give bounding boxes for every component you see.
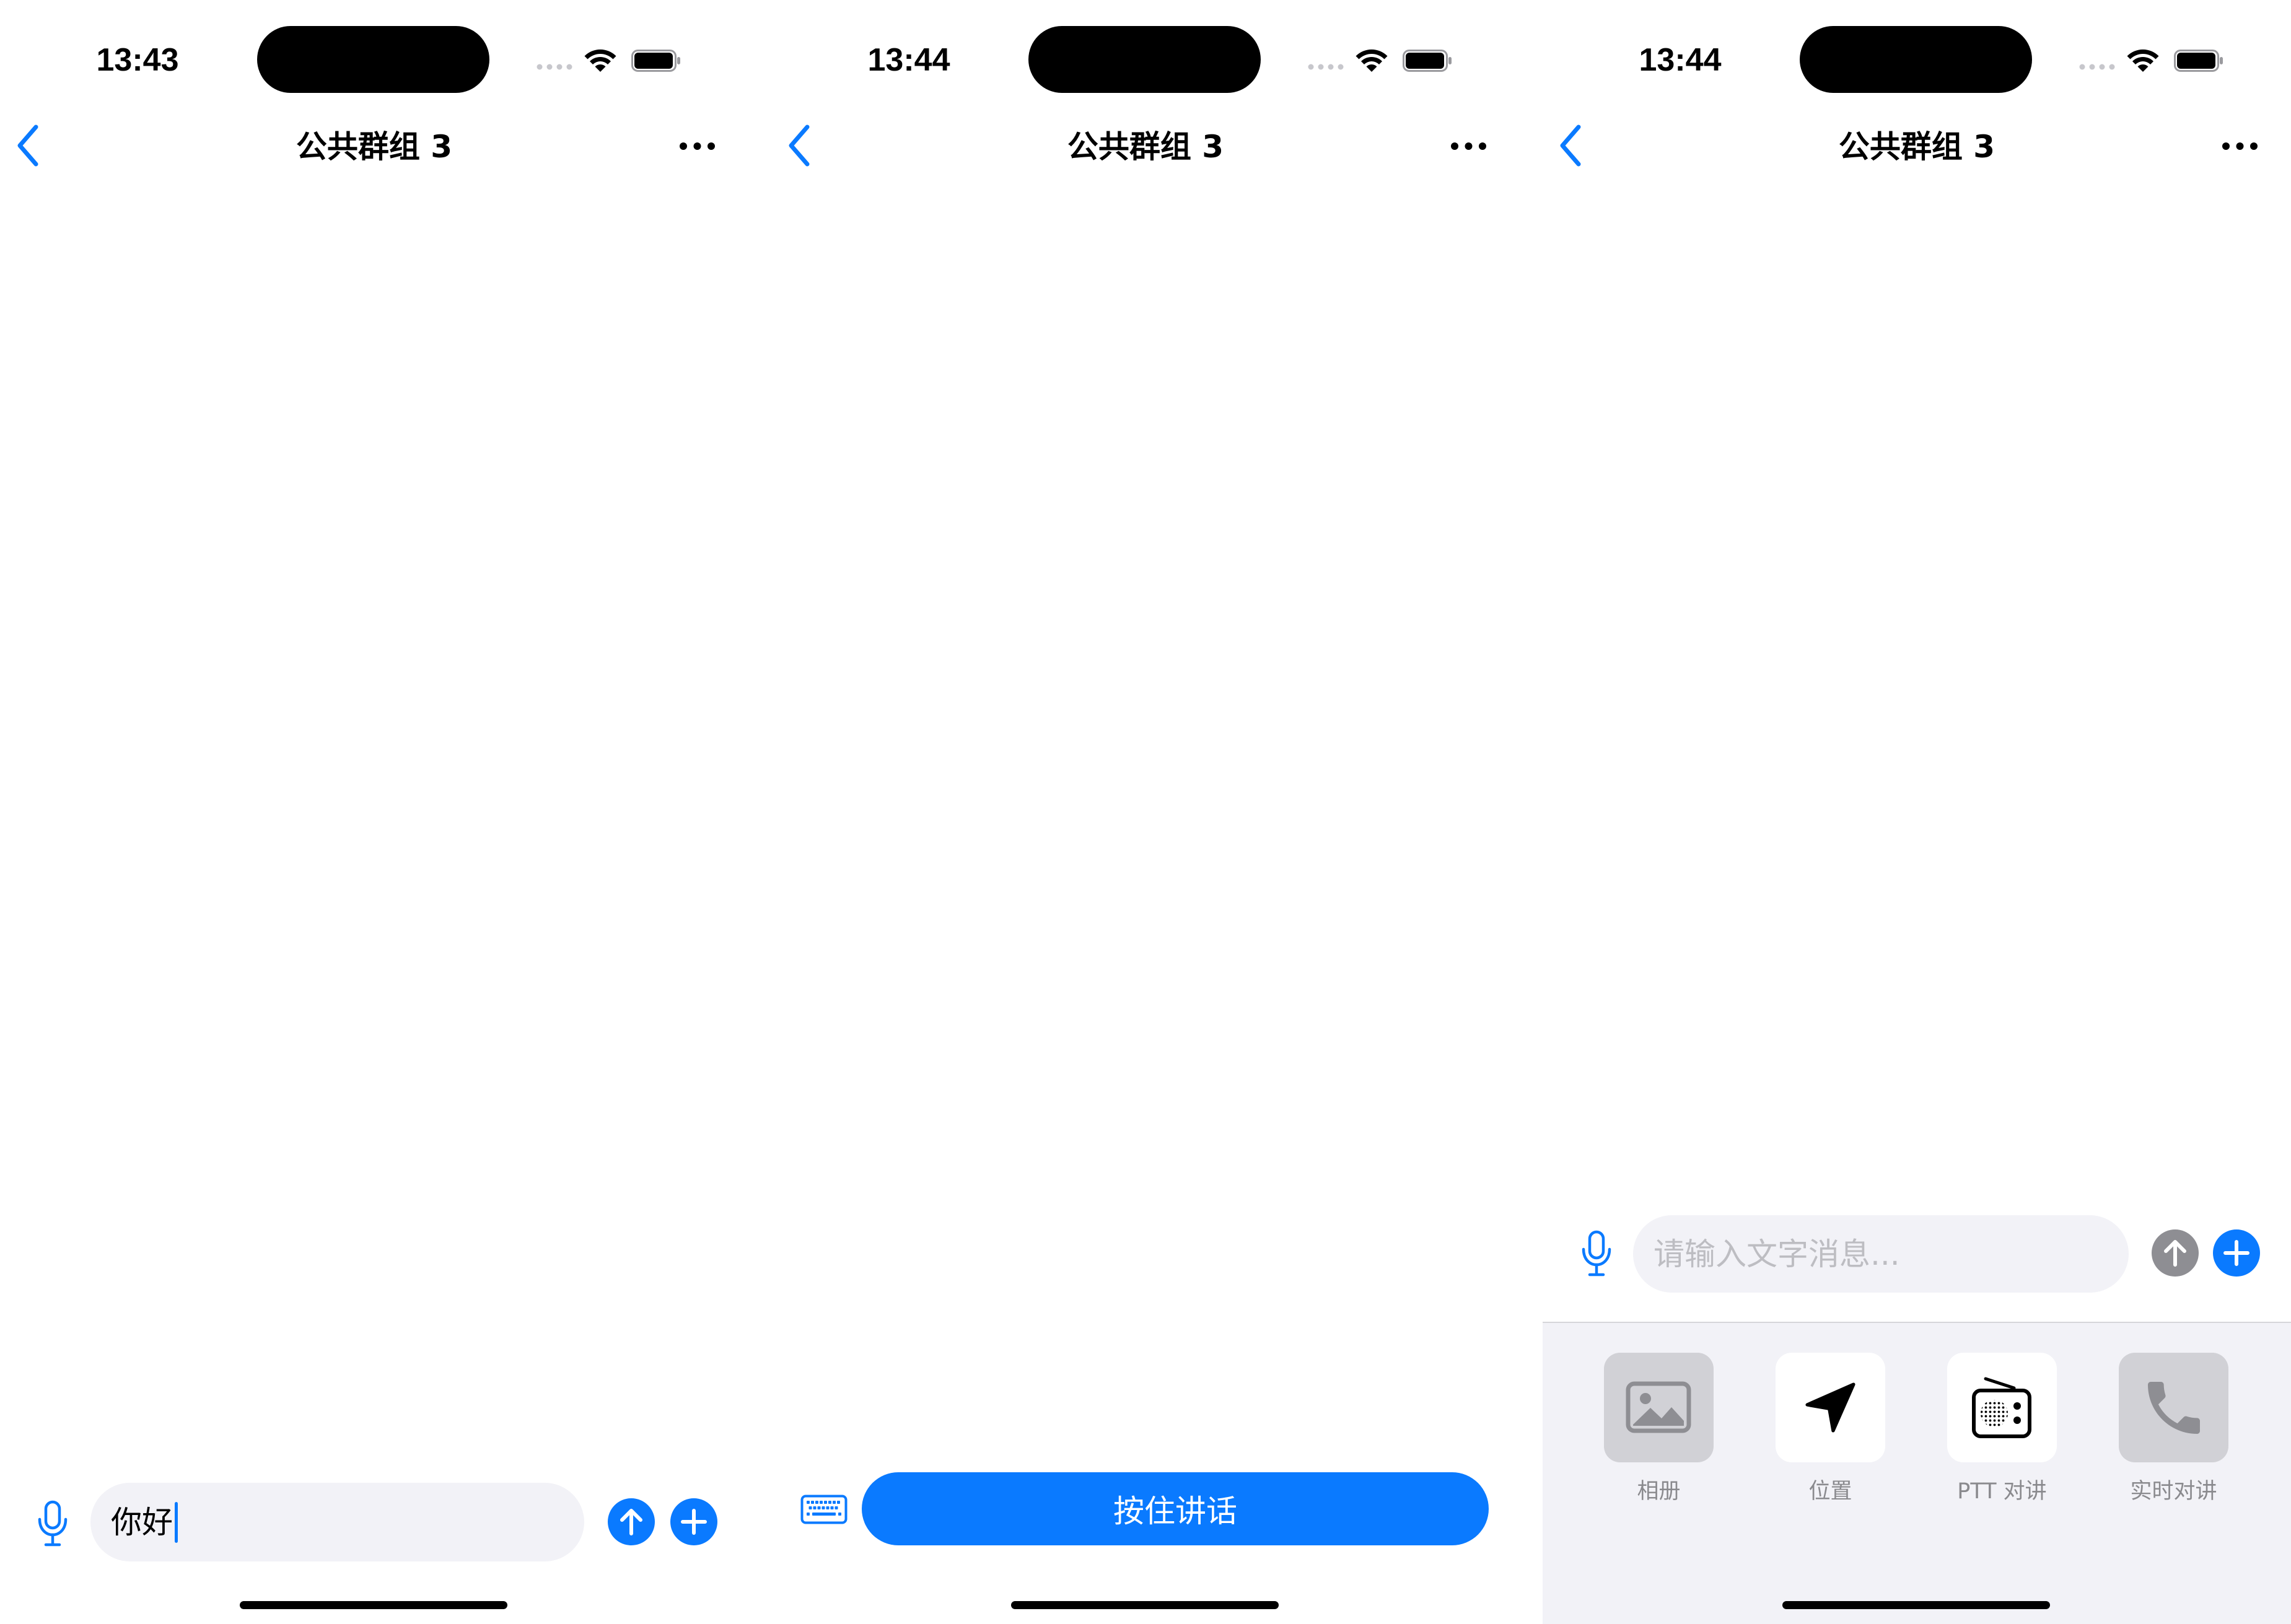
chevron-left-icon xyxy=(1560,124,1581,167)
plus-circle-icon xyxy=(670,1498,717,1545)
cellular-signal-icon xyxy=(2079,62,2116,71)
phone-icon xyxy=(2139,1373,2209,1443)
chat-screen: 13:43 公共群组 3 你好 xyxy=(0,0,748,1624)
keyboard-icon xyxy=(800,1495,848,1524)
hold-to-talk-button[interactable]: 按住讲话 xyxy=(862,1472,1489,1545)
chat-title: 公共群组 3 xyxy=(296,129,453,165)
album-tile[interactable] xyxy=(1604,1353,1714,1462)
ptt-tile[interactable] xyxy=(1947,1353,2057,1462)
wifi-icon xyxy=(1356,48,1388,73)
wifi-icon xyxy=(2127,48,2159,73)
hold-to-talk-label: 按住讲话 xyxy=(1113,1493,1237,1529)
extras-item-label: 实时对讲 xyxy=(2130,1479,2217,1504)
chevron-left-icon xyxy=(17,124,38,167)
ellipsis-icon xyxy=(680,142,715,150)
more-options-button[interactable] xyxy=(2218,134,2263,159)
chevron-left-icon xyxy=(789,124,810,167)
realtime-talk-tile[interactable] xyxy=(2119,1353,2228,1462)
extras-item-label: 位置 xyxy=(1808,1479,1852,1504)
arrow-up-circle-icon xyxy=(608,1498,655,1545)
status-time: 13:43 xyxy=(96,42,179,78)
add-attachment-button[interactable] xyxy=(670,1498,717,1545)
chat-screen: 13:44 公共群组 3 xyxy=(771,0,1520,1624)
chat-title: 公共群组 3 xyxy=(1838,129,1995,165)
dynamic-island xyxy=(1800,26,2032,93)
voice-input-button[interactable] xyxy=(37,1500,69,1547)
location-tile[interactable] xyxy=(1776,1353,1885,1462)
back-button[interactable] xyxy=(1555,121,1586,170)
message-list[interactable] xyxy=(0,180,748,1468)
extras-item-album[interactable]: 相册 xyxy=(1579,1353,1738,1508)
message-list[interactable] xyxy=(771,180,1520,1456)
chat-screen: 13:44 公共群组 3 xyxy=(1543,0,2291,1624)
battery-icon xyxy=(631,50,681,72)
home-indicator[interactable] xyxy=(1782,1601,2050,1609)
home-indicator[interactable] xyxy=(1011,1601,1279,1609)
chat-title: 公共群组 3 xyxy=(1067,129,1224,165)
more-options-button[interactable] xyxy=(675,134,720,159)
wifi-icon xyxy=(584,48,616,73)
send-button[interactable] xyxy=(2152,1229,2199,1277)
message-input[interactable] xyxy=(1633,1215,2129,1293)
extras-item-ptt[interactable]: PTT 对讲 xyxy=(1922,1353,2082,1508)
extras-panel: 相册 位置 PTT 对讲 实时对讲 xyxy=(1543,1322,2291,1624)
message-list[interactable] xyxy=(1543,180,2291,1202)
battery-icon xyxy=(1403,50,1452,72)
microphone-icon xyxy=(38,1500,68,1547)
photo-icon xyxy=(1626,1381,1691,1433)
dynamic-island xyxy=(1028,26,1261,93)
status-time: 13:44 xyxy=(867,42,950,78)
text-cursor xyxy=(175,1501,178,1543)
extras-item-location[interactable]: 位置 xyxy=(1751,1353,1910,1508)
message-input-text: 你好 xyxy=(111,1504,173,1540)
more-options-button[interactable] xyxy=(1447,134,1491,159)
extras-item-realtime-talk[interactable]: 实时对讲 xyxy=(2094,1353,2253,1508)
message-field[interactable] xyxy=(1633,1215,2129,1293)
battery-icon xyxy=(2174,50,2223,72)
arrow-up-circle-icon xyxy=(2152,1229,2199,1277)
message-field[interactable]: 你好 xyxy=(90,1483,584,1561)
status-time: 13:44 xyxy=(1639,42,1722,78)
plus-circle-icon xyxy=(2213,1229,2260,1277)
back-button[interactable] xyxy=(784,121,815,170)
keyboard-toggle-button[interactable] xyxy=(800,1495,848,1524)
dynamic-island xyxy=(257,26,489,93)
add-attachment-button[interactable] xyxy=(2213,1229,2260,1277)
home-indicator[interactable] xyxy=(240,1601,507,1609)
ellipsis-icon xyxy=(1451,142,1486,150)
back-button[interactable] xyxy=(12,121,43,170)
extras-item-label: PTT 对讲 xyxy=(1957,1479,2047,1504)
voice-input-button[interactable] xyxy=(1580,1230,1613,1277)
microphone-icon xyxy=(1582,1230,1611,1277)
cellular-signal-icon xyxy=(537,62,574,71)
send-button[interactable] xyxy=(608,1498,655,1545)
radio-icon xyxy=(1971,1375,2033,1439)
ellipsis-icon xyxy=(2222,142,2258,150)
location-arrow-icon xyxy=(1803,1380,1858,1435)
extras-item-label: 相册 xyxy=(1637,1479,1681,1504)
cellular-signal-icon xyxy=(1308,62,1345,71)
